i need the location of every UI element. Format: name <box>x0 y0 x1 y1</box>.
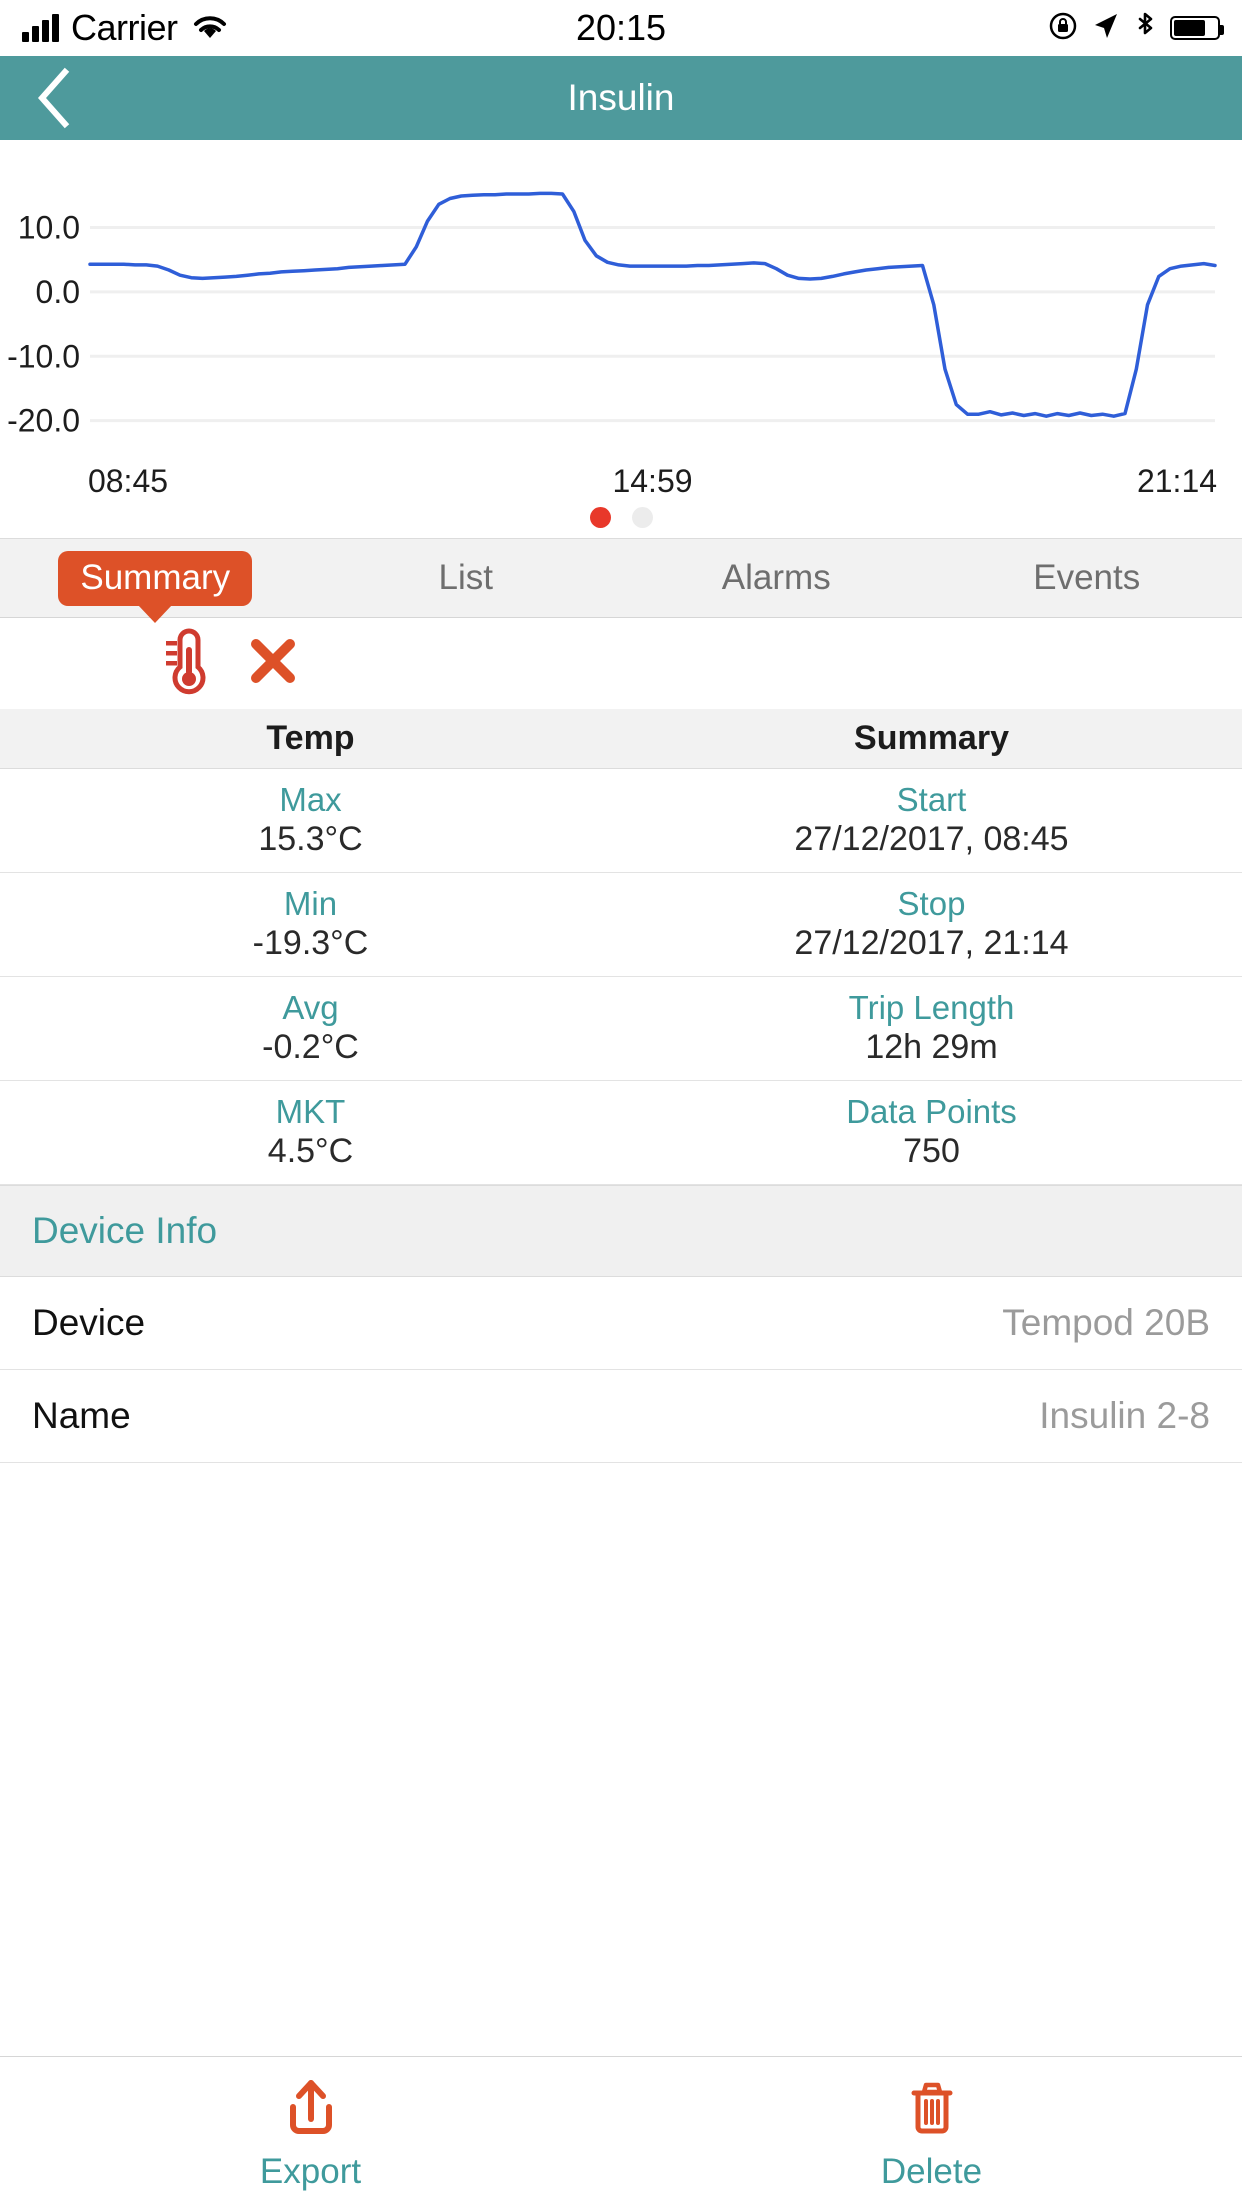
svg-text:10.0: 10.0 <box>18 210 80 246</box>
summary-value-start: 27/12/2017, 08:45 <box>794 819 1069 858</box>
chart-y-axis-labels: 10.0 0.0 -10.0 -20.0 <box>7 210 80 439</box>
wifi-icon <box>190 11 230 46</box>
list-item[interactable]: Device Tempod 20B <box>0 1277 1242 1370</box>
summary-cell-avg: Avg -0.2°C <box>0 977 621 1080</box>
export-button[interactable]: Export <box>0 2077 621 2189</box>
summary-value-min: -19.3°C <box>252 923 369 962</box>
carrier-label: Carrier <box>71 7 178 48</box>
summary-value-max: 15.3°C <box>258 819 363 858</box>
bluetooth-icon <box>1134 10 1156 47</box>
chart-pager[interactable] <box>0 507 1242 528</box>
tab-summary[interactable]: Summary <box>0 550 311 606</box>
summary-header-temp: Temp <box>266 719 355 757</box>
trash-icon <box>904 2077 960 2144</box>
summary-label-data-points: Data Points <box>846 1093 1017 1131</box>
summary-cell-start: Start 27/12/2017, 08:45 <box>621 769 1242 872</box>
tab-events[interactable]: Events <box>932 558 1242 598</box>
summary-value-data-points: 750 <box>903 1131 960 1170</box>
nav-bar: Insulin <box>0 56 1242 140</box>
content-spacer <box>0 1463 1242 2056</box>
name-row-value: Insulin 2-8 <box>1039 1395 1210 1436</box>
summary-header-summary: Summary <box>854 719 1009 757</box>
summary-cell-mkt: MKT 4.5°C <box>0 1081 621 1184</box>
footer-toolbar: Export Delete <box>0 2056 1242 2208</box>
summary-table-header: Temp Summary <box>0 709 1242 769</box>
svg-text:21:14: 21:14 <box>1137 463 1217 499</box>
tab-events-label: Events <box>1033 558 1141 597</box>
battery-icon <box>1170 16 1224 40</box>
tab-list[interactable]: List <box>311 558 622 598</box>
status-icon-row <box>0 618 1242 709</box>
device-row-key: Device <box>32 1302 146 1343</box>
summary-label-start: Start <box>896 781 967 819</box>
page-title: Insulin <box>567 77 675 118</box>
x-mark-icon <box>246 634 300 693</box>
svg-text:-20.0: -20.0 <box>7 403 80 439</box>
summary-cell-stop: Stop 27/12/2017, 21:14 <box>621 873 1242 976</box>
pager-dot-2[interactable] <box>631 507 653 528</box>
table-row: Avg -0.2°C Trip Length 12h 29m <box>0 977 1242 1081</box>
back-button[interactable] <box>28 67 80 129</box>
pager-dot-1[interactable] <box>589 507 611 528</box>
summary-label-max: Max <box>279 781 342 819</box>
device-info-title: Device Info <box>32 1210 218 1251</box>
table-row: MKT 4.5°C Data Points 750 <box>0 1081 1242 1185</box>
summary-value-stop: 27/12/2017, 21:14 <box>794 923 1069 962</box>
svg-text:-10.0: -10.0 <box>7 338 80 374</box>
tab-alarms-label: Alarms <box>721 558 831 597</box>
export-label: Export <box>259 2151 362 2191</box>
upload-icon <box>283 2077 339 2144</box>
svg-text:0.0: 0.0 <box>36 274 80 310</box>
device-info-section-header: Device Info <box>0 1185 1242 1277</box>
location-arrow-icon <box>1092 11 1120 46</box>
table-row: Max 15.3°C Start 27/12/2017, 08:45 <box>0 769 1242 873</box>
delete-button[interactable]: Delete <box>621 2077 1242 2189</box>
summary-value-avg: -0.2°C <box>262 1027 359 1066</box>
summary-value-trip-length: 12h 29m <box>865 1027 998 1066</box>
name-row-key: Name <box>32 1395 131 1436</box>
chart-x-axis-labels: 08:45 14:59 21:14 <box>88 463 1217 499</box>
tab-alarms[interactable]: Alarms <box>621 558 932 598</box>
app-screen: Carrier 20:15 Insulin 10.0 0.0 -10.0 -20… <box>0 0 1242 2208</box>
table-row: Min -19.3°C Stop 27/12/2017, 21:14 <box>0 873 1242 977</box>
rotation-lock-icon <box>1048 11 1078 46</box>
status-bar: Carrier 20:15 <box>0 0 1242 56</box>
svg-text:08:45: 08:45 <box>88 463 168 499</box>
status-bar-right <box>1048 10 1224 47</box>
status-bar-left: Carrier <box>22 7 230 49</box>
chart-canvas: 10.0 0.0 -10.0 -20.0 08:45 14:59 21:14 <box>7 191 1217 499</box>
signal-bars-icon <box>22 14 59 42</box>
svg-text:14:59: 14:59 <box>612 463 692 499</box>
chevron-left-icon <box>37 67 70 129</box>
summary-cell-max: Max 15.3°C <box>0 769 621 872</box>
tab-bar: Summary List Alarms Events <box>0 538 1242 618</box>
summary-cell-min: Min -19.3°C <box>0 873 621 976</box>
summary-label-stop: Stop <box>897 885 966 923</box>
summary-label-mkt: MKT <box>275 1093 346 1131</box>
chart-gridlines <box>90 226 1215 423</box>
tab-summary-label: Summary <box>58 550 253 606</box>
summary-value-mkt: 4.5°C <box>267 1131 354 1170</box>
tab-list-label: List <box>438 558 493 597</box>
summary-label-trip-length: Trip Length <box>848 989 1015 1027</box>
device-row-value: Tempod 20B <box>1002 1302 1210 1343</box>
summary-cell-trip-length: Trip Length 12h 29m <box>621 977 1242 1080</box>
thermometer-icon <box>160 625 218 702</box>
temperature-chart[interactable]: 10.0 0.0 -10.0 -20.0 08:45 14:59 21:14 <box>0 140 1242 538</box>
summary-cell-data-points: Data Points 750 <box>621 1081 1242 1184</box>
summary-label-min: Min <box>283 885 338 923</box>
summary-label-avg: Avg <box>282 989 339 1027</box>
list-item[interactable]: Name Insulin 2-8 <box>0 1370 1242 1463</box>
delete-label: Delete <box>880 2151 983 2191</box>
